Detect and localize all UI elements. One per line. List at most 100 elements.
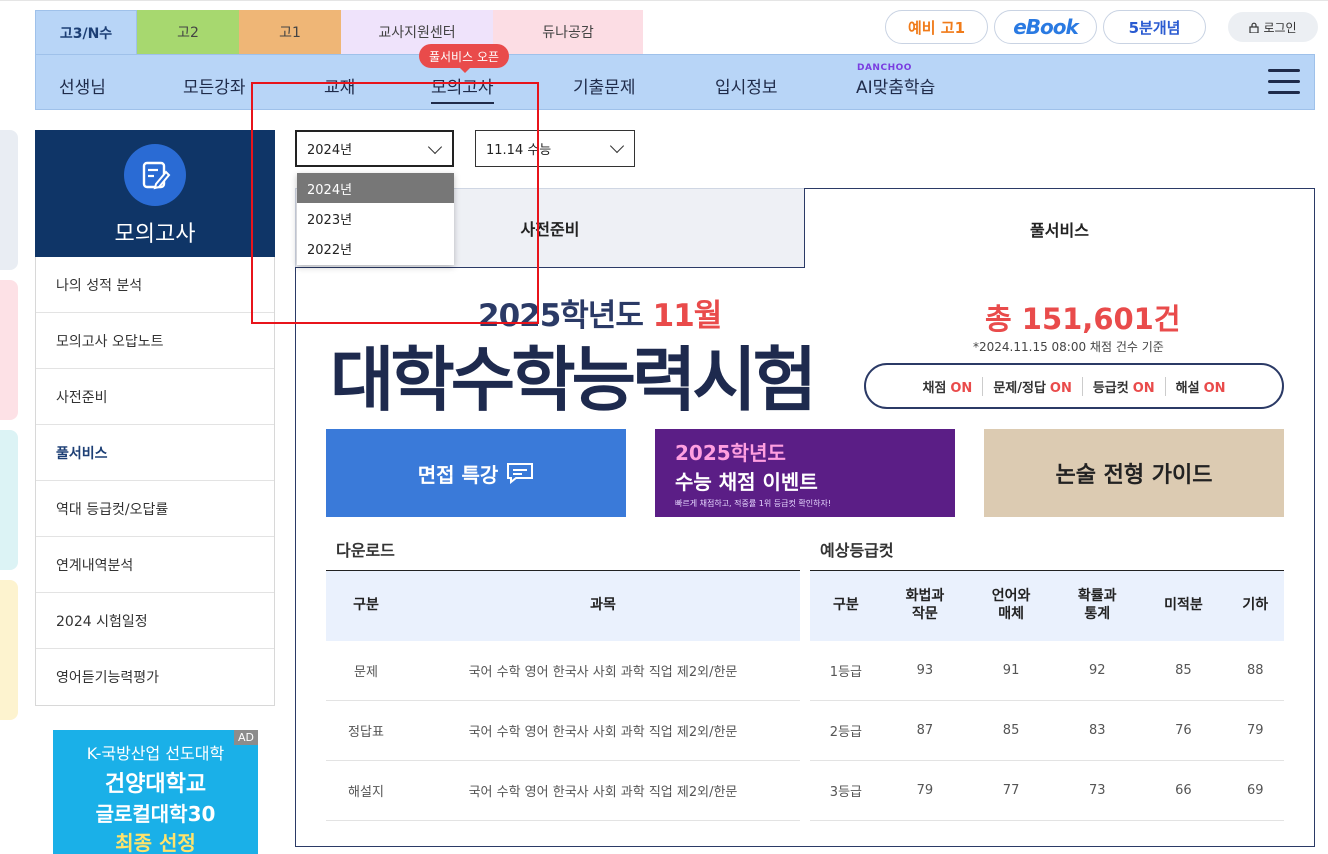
sidebar-header: 모의고사 [35,130,275,257]
grade-cut-value: 79 [881,760,968,821]
row-type: 문제 [326,640,406,701]
row-type: 해설지 [326,760,406,821]
status-label: 등급컷 [1092,380,1129,396]
status-label: 채점 [922,380,947,396]
chevron-down-icon [609,138,625,154]
essay-guide-banner[interactable]: 논술 전형 가이드 [984,429,1284,517]
menu-icon[interactable] [1268,69,1300,95]
table-header: 확률과 통계 [1054,570,1141,641]
edit-note-icon [124,144,186,206]
table-header: 언어와 매체 [967,570,1055,641]
status-value: ON [1132,380,1155,396]
status-grading: 채점 ON [912,376,984,396]
login-button[interactable]: 로그인 [1228,12,1318,42]
hero-total: 총 151,601건 [985,302,1181,336]
hero-note: *2024.11.15 08:00 채점 건수 기준 [973,340,1164,354]
pre-g1-link[interactable]: 예비 고1 [885,10,988,44]
nav-admissions[interactable]: 입시정보 [715,73,778,98]
table-row: 해설지 국어 수학 영어 한국사 사회 과학 직업 제2외/한문 [326,760,800,821]
sidebar-menu: 나의 성적 분석 모의고사 오답노트 사전준비 풀서비스 역대 등급컷/오답률 … [35,257,275,706]
sidebar-item-score-analysis[interactable]: 나의 성적 분석 [36,257,274,313]
nav-textbooks[interactable]: 교재 [324,73,355,98]
sidebar-item-full-service[interactable]: 풀서비스 [36,425,274,481]
grade-cut-value: 66 [1140,760,1227,821]
table-header: 과목 [406,570,800,641]
exam-select[interactable]: 11.14 수능 [475,130,635,167]
table-header: 구분 [810,570,882,641]
ad-banner[interactable]: AD K-국방산업 선도대학 건양대학교 글로컬대학30 최종 선정 [53,730,258,854]
row-subjects-link[interactable]: 국어 수학 영어 한국사 사회 과학 직업 제2외/한문 [406,640,800,701]
year-option[interactable]: 2022년 [297,233,454,263]
status-answers: 문제/정답 ON [983,376,1083,396]
interview-lecture-banner[interactable]: 면접 특강 [326,429,626,517]
floating-card[interactable] [0,280,18,420]
nav-all-courses[interactable]: 모든강좌 [183,73,246,98]
grade-cut-value: 85 [1140,640,1227,701]
hero-title: 대학수학능력시험 [330,339,817,421]
sidebar-item-listening[interactable]: 영어듣기능력평가 [36,649,274,705]
grade-cut-section-title: 예상등급컷 [820,541,894,560]
grade-cut-value: 69 [1226,760,1284,821]
nav-past-exams[interactable]: 기출문제 [573,73,636,98]
grade-cut-value: 88 [1226,640,1284,701]
exam-select-value: 11.14 수능 [486,143,552,158]
grade-cut-value: 85 [967,700,1055,761]
year-option[interactable]: 2024년 [297,173,454,203]
table-header: 미적분 [1140,570,1227,641]
event-title: 수능 채점 이벤트 [675,470,818,494]
grade-cut-value: 92 [1054,640,1141,701]
grading-event-banner[interactable]: 2025학년도 수능 채점 이벤트 빠르게 채점하고, 적중률 1위 등급컷 확… [655,429,955,517]
service-status-bar: 채점 ON 문제/정답 ON 등급컷 ON 해설 ON [864,363,1284,409]
event-subtitle: 빠르게 채점하고, 적중률 1위 등급컷 확인하자! [675,499,832,508]
chevron-down-icon [427,139,443,155]
sidebar-item-wrong-answers[interactable]: 모의고사 오답노트 [36,313,274,369]
grade-cut-value: 79 [1226,700,1284,761]
top-links: 예비 고1 eBook 5분개념 [885,10,1206,44]
floating-card[interactable] [0,130,18,270]
sidebar-item-schedule[interactable]: 2024 시험일정 [36,593,274,649]
grade-tab-g1[interactable]: 고1 [239,10,341,54]
status-value: ON [950,380,973,396]
year-select[interactable]: 2024년 [295,130,454,167]
ad-line: 글로컬대학30 [95,802,216,826]
year-select-value: 2024년 [307,143,353,158]
ad-tag: AD [234,730,258,745]
table-header: 기하 [1226,570,1284,641]
grade-cut-value: 91 [967,640,1055,701]
tab-full-service[interactable]: 풀서비스 [804,188,1315,268]
grade-tab-community[interactable]: 듀나공감 [493,10,643,54]
chat-bubble-icon [507,463,534,484]
top-border [0,0,1328,5]
event-year: 2025학년도 [675,441,786,465]
danchoo-logo: DANCHOO [857,63,912,73]
table-header: 화법과 작문 [881,570,968,641]
nav-teachers[interactable]: 선생님 [59,73,106,98]
year-dropdown: 2024년 2023년 2022년 [297,173,454,265]
ebook-link[interactable]: eBook [994,10,1097,44]
table-row: 1등급 93 91 92 85 88 [810,640,1284,701]
row-subjects-link[interactable]: 국어 수학 영어 한국사 사회 과학 직업 제2외/한문 [406,700,800,761]
table-header: 구분 [326,570,406,641]
sidebar-item-preparation[interactable]: 사전준비 [36,369,274,425]
year-option[interactable]: 2023년 [297,203,454,233]
full-service-badge: 풀서비스 오픈 [419,44,509,73]
nav-mock-exam[interactable]: 모의고사 [431,73,494,104]
ad-line: K-국방산업 선도대학 [86,744,225,763]
grade-cut-value: 87 [881,700,968,761]
row-subjects-link[interactable]: 국어 수학 영어 한국사 사회 과학 직업 제2외/한문 [406,760,800,821]
grade-tab-g3[interactable]: 고3/N수 [35,10,137,54]
table-row: 2등급 87 85 83 76 79 [810,700,1284,761]
nav-ai-learning[interactable]: AI맞춤학습 [856,73,935,98]
floating-card[interactable] [0,580,18,720]
grade-tabs: 고3/N수 고2 고1 교사지원센터 듀나공감 [35,10,643,54]
status-label: 해설 [1175,380,1200,396]
main-nav: 선생님 모든강좌 교재 풀서비스 오픈 모의고사 기출문제 입시정보 DANCH… [35,44,1315,110]
lock-icon [1249,22,1260,33]
interview-banner-label: 면접 특강 [417,462,499,487]
sidebar-item-grade-cuts[interactable]: 역대 등급컷/오답률 [36,481,274,537]
sidebar-title: 모의고사 [114,222,196,247]
floating-card[interactable] [0,430,18,570]
basics-link[interactable]: 5분개념 [1103,10,1206,44]
grade-tab-g2[interactable]: 고2 [137,10,239,54]
sidebar-item-linkage[interactable]: 연계내역분석 [36,537,274,593]
